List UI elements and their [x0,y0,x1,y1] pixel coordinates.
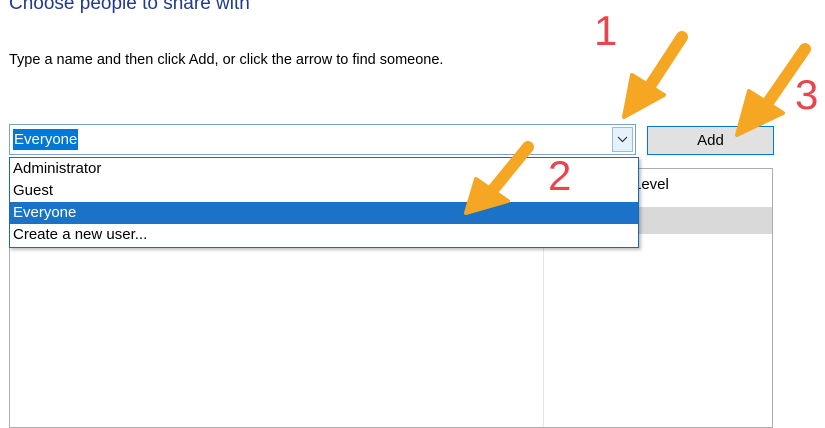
dialog-heading: Choose people to share with [9,0,250,14]
instructions-text: Type a name and then click Add, or click… [9,52,444,68]
pointer-arrow-icon [735,43,811,137]
step-2-label: 2 [548,152,572,199]
pointer-arrow-icon [464,141,534,215]
pointer-arrow-icon [622,31,688,119]
dropdown-item-create-new-user[interactable]: Create a new user... [10,224,638,246]
chevron-down-icon [617,136,628,143]
name-combobox-value[interactable]: Everyone [13,129,79,150]
dropdown-arrow-button[interactable] [612,127,633,152]
